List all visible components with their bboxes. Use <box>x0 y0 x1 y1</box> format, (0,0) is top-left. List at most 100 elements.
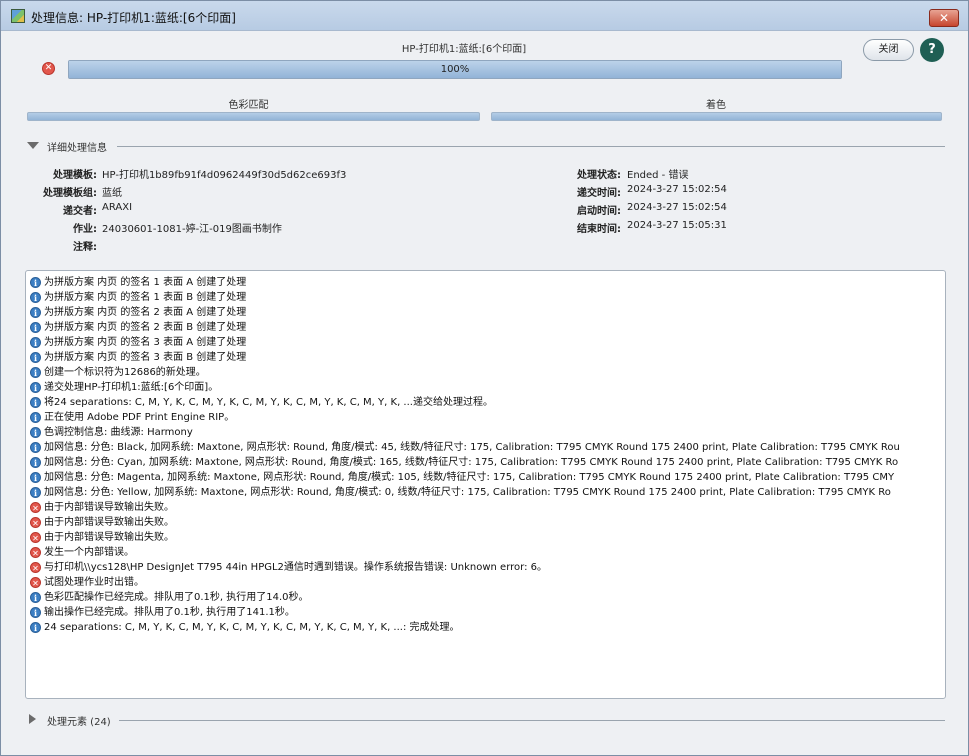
error-status-icon: ✕ <box>42 62 55 75</box>
log-entry[interactable]: ✕ 试图处理作业时出错。 <box>30 575 144 590</box>
info-icon: i <box>30 382 41 393</box>
collapse-triangle-icon[interactable] <box>27 142 39 149</box>
info-row-notes: 注释: <box>9 238 469 253</box>
log-entry[interactable]: i 加网信息: 分色: Cyan, 加网系统: Maxtone, 网点形状: Ro… <box>30 455 898 470</box>
log-entry[interactable]: ✕ 由于内部错误导致输出失败。 <box>30 500 174 515</box>
log-entry[interactable]: ✕ 由于内部错误导致输出失败。 <box>30 530 174 545</box>
log-entry[interactable]: i 色彩匹配操作已经完成。排队用了0.1秒, 执行用了14.0秒。 <box>30 590 309 605</box>
log-entry[interactable]: i 输出操作已经完成。排队用了0.1秒, 执行用了141.1秒。 <box>30 605 295 620</box>
log-entry[interactable]: i 加网信息: 分色: Magenta, 加网系统: Maxtone, 网点形状:… <box>30 470 894 485</box>
log-text: 与打印机\\ycs128\HP DesignJet T795 44in HPGL… <box>44 562 547 573</box>
expand-triangle-icon[interactable] <box>29 714 36 724</box>
log-entry[interactable]: ✕ 发生一个内部错误。 <box>30 545 134 560</box>
close-button[interactable]: 关闭 <box>863 39 914 61</box>
log-entry[interactable]: i 正在使用 Adobe PDF Print Engine RIP。 <box>30 410 234 425</box>
log-entry[interactable]: i 为拼版方案 内页 的签名 2 表面 B 创建了处理 <box>30 320 246 335</box>
error-icon: ✕ <box>30 517 41 528</box>
log-entry[interactable]: ✕ 与打印机\\ycs128\HP DesignJet T795 44in HPG… <box>30 560 547 575</box>
info-row-submit-time: 递交时间: 2024-3-27 15:02:54 <box>509 184 909 199</box>
info-icon: i <box>30 487 41 498</box>
info-icon: i <box>30 607 41 618</box>
progress-label: 100% <box>440 64 470 75</box>
info-label: 处理状态: <box>577 170 621 181</box>
log-entry[interactable]: i 为拼版方案 内页 的签名 2 表面 A 创建了处理 <box>30 305 246 320</box>
log-entry[interactable]: i 创建一个标识符为12686的新处理。 <box>30 365 206 380</box>
elements-section-header[interactable]: 处理元素 (24) <box>27 713 945 728</box>
error-icon: ✕ <box>30 532 41 543</box>
log-text: 递交处理HP-打印机1:蓝纸:[6个印面]。 <box>44 382 219 393</box>
log-entry[interactable]: i 为拼版方案 内页 的签名 1 表面 B 创建了处理 <box>30 290 246 305</box>
stage-progress-color-match <box>27 112 480 121</box>
info-value: 蓝纸 <box>102 188 122 199</box>
log-text: 正在使用 Adobe PDF Print Engine RIP。 <box>44 412 235 423</box>
info-label: 注释: <box>73 242 97 253</box>
info-row-status: 处理状态: Ended - 错误 <box>509 166 909 181</box>
stage-label-coloring: 着色 <box>706 100 726 111</box>
info-icon: i <box>30 457 41 468</box>
info-label: 启动时间: <box>577 206 621 217</box>
info-icon: i <box>30 307 41 318</box>
info-value: ARAXI <box>102 202 133 213</box>
log-entry[interactable]: i 将24 separations: C, M, Y, K, C, M, Y, K… <box>30 395 493 410</box>
log-text: 色调控制信息: 曲线源: Harmony <box>44 427 193 438</box>
info-row-template-group: 处理模板组: 蓝纸 <box>9 184 469 199</box>
log-text: 加网信息: 分色: Black, 加网系统: Maxtone, 网点形状: Ro… <box>44 442 900 453</box>
info-label: 作业: <box>73 224 97 235</box>
title-bar[interactable]: 处理信息: HP-打印机1:蓝纸:[6个印面] ✕ <box>1 1 968 31</box>
info-icon: i <box>30 397 41 408</box>
log-entry[interactable]: ✕ 由于内部错误导致输出失败。 <box>30 515 174 530</box>
log-text: 由于内部错误导致输出失败。 <box>44 532 174 543</box>
log-entry[interactable]: i 24 separations: C, M, Y, K, C, M, Y, K,… <box>30 620 460 635</box>
stage-progress-coloring <box>491 112 942 121</box>
details-section-header[interactable]: 详细处理信息 <box>27 139 945 154</box>
section-divider <box>117 146 945 147</box>
info-value: 2024-3-27 15:02:54 <box>627 184 727 195</box>
log-entry[interactable]: i 加网信息: 分色: Yellow, 加网系统: Maxtone, 网点形状: … <box>30 485 891 500</box>
info-icon: i <box>30 472 41 483</box>
log-text: 由于内部错误导致输出失败。 <box>44 517 174 528</box>
log-text: 试图处理作业时出错。 <box>44 577 144 588</box>
log-text: 色彩匹配操作已经完成。排队用了0.1秒, 执行用了14.0秒。 <box>44 592 309 603</box>
section-divider <box>119 720 945 721</box>
info-value: 24030601-1081-婷-江-019图画书制作 <box>102 224 282 235</box>
info-row-job: 作业: 24030601-1081-婷-江-019图画书制作 <box>9 220 469 235</box>
info-icon: i <box>30 292 41 303</box>
log-entry[interactable]: i 为拼版方案 内页 的签名 1 表面 A 创建了处理 <box>30 275 246 290</box>
info-label: 递交时间: <box>577 188 621 199</box>
log-text: 加网信息: 分色: Cyan, 加网系统: Maxtone, 网点形状: Rou… <box>44 457 899 468</box>
log-text: 由于内部错误导致输出失败。 <box>44 502 174 513</box>
help-icon[interactable]: ? <box>920 38 944 62</box>
log-text: 加网信息: 分色: Yellow, 加网系统: Maxtone, 网点形状: R… <box>44 487 891 498</box>
info-row-submitter: 递交者: ARAXI <box>9 202 469 217</box>
window-close-button[interactable]: ✕ <box>929 9 959 27</box>
log-entry[interactable]: i 为拼版方案 内页 的签名 3 表面 B 创建了处理 <box>30 350 246 365</box>
log-text: 为拼版方案 内页 的签名 1 表面 B 创建了处理 <box>44 292 247 303</box>
info-icon: i <box>30 277 41 288</box>
elements-section-label: 处理元素 (24) <box>47 713 115 728</box>
info-label: 递交者: <box>63 206 97 217</box>
log-text: 输出操作已经完成。排队用了0.1秒, 执行用了141.1秒。 <box>44 607 295 618</box>
info-icon: i <box>30 412 41 423</box>
log-text: 将24 separations: C, M, Y, K, C, M, Y, K,… <box>44 397 493 408</box>
info-value: HP-打印机1b89fb91f4d0962449f30d5d62ce693f3 <box>102 170 347 181</box>
info-icon: i <box>30 322 41 333</box>
log-entry[interactable]: i 为拼版方案 内页 的签名 3 表面 A 创建了处理 <box>30 335 246 350</box>
log-list[interactable]: i 为拼版方案 内页 的签名 1 表面 A 创建了处理 i 为拼版方案 内页 的签名 … <box>25 270 946 699</box>
log-entry[interactable]: i 加网信息: 分色: Black, 加网系统: Maxtone, 网点形状: R… <box>30 440 900 455</box>
log-entry[interactable]: i 递交处理HP-打印机1:蓝纸:[6个印面]。 <box>30 380 218 395</box>
log-text: 为拼版方案 内页 的签名 1 表面 A 创建了处理 <box>44 277 247 288</box>
log-text: 创建一个标识符为12686的新处理。 <box>44 367 206 378</box>
info-icon: i <box>30 367 41 378</box>
info-icon: i <box>30 442 41 453</box>
error-icon: ✕ <box>30 547 41 558</box>
info-value: Ended - 错误 <box>627 170 689 181</box>
log-text: 为拼版方案 内页 的签名 3 表面 A 创建了处理 <box>44 337 247 348</box>
log-entry[interactable]: i 色调控制信息: 曲线源: Harmony <box>30 425 193 440</box>
error-icon: ✕ <box>30 577 41 588</box>
info-icon: i <box>30 592 41 603</box>
window-title: 处理信息: HP-打印机1:蓝纸:[6个印面] <box>31 11 236 25</box>
error-icon: ✕ <box>30 502 41 513</box>
info-icon: i <box>30 337 41 348</box>
log-text: 为拼版方案 内页 的签名 2 表面 A 创建了处理 <box>44 307 247 318</box>
job-title: HP-打印机1:蓝纸:[6个印面] <box>401 44 527 55</box>
